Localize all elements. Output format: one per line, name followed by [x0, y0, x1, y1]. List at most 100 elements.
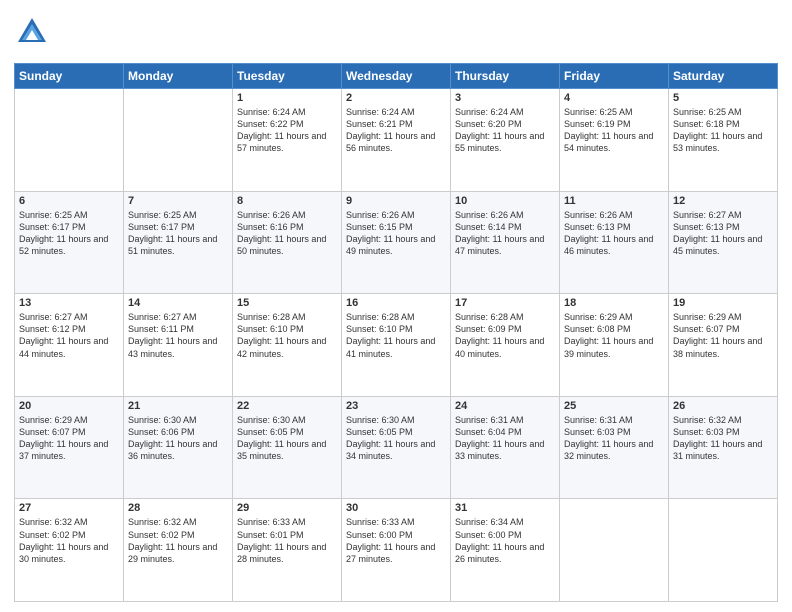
calendar-cell: 22 Sunrise: 6:30 AMSunset: 6:05 PMDayligh…: [233, 396, 342, 499]
weekday-header-wednesday: Wednesday: [342, 64, 451, 89]
calendar-cell: 4 Sunrise: 6:25 AMSunset: 6:19 PMDaylight…: [560, 89, 669, 192]
calendar-cell: [15, 89, 124, 192]
day-number: 15: [237, 297, 337, 309]
day-number: 26: [673, 400, 773, 412]
cell-info: Sunrise: 6:27 AMSunset: 6:11 PMDaylight:…: [128, 312, 217, 358]
calendar-cell: 11Sunrise: 6:26 AMSunset: 6:13 PMDayligh…: [560, 191, 669, 294]
cell-info: Sunrise: 6:30 AMSunset: 6:05 PMDaylight:…: [237, 415, 326, 461]
logo: [14, 14, 50, 55]
day-number: 9: [346, 195, 446, 207]
calendar-cell: [124, 89, 233, 192]
calendar-cell: 26 Sunrise: 6:32 AMSunset: 6:03 PMDayligh…: [669, 396, 778, 499]
calendar-cell: 20 Sunrise: 6:29 AMSunset: 6:07 PMDayligh…: [15, 396, 124, 499]
calendar-cell: 7 Sunrise: 6:25 AMSunset: 6:17 PMDaylight…: [124, 191, 233, 294]
weekday-header-tuesday: Tuesday: [233, 64, 342, 89]
cell-info: Sunrise: 6:29 AMSunset: 6:07 PMDaylight:…: [19, 415, 108, 461]
cell-info: Sunrise: 6:28 AMSunset: 6:10 PMDaylight:…: [346, 312, 435, 358]
cell-info: Sunrise: 6:31 AMSunset: 6:03 PMDaylight:…: [564, 415, 653, 461]
cell-info: Sunrise: 6:26 AMSunset: 6:14 PMDaylight:…: [455, 210, 544, 256]
cell-info: Sunrise: 6:33 AMSunset: 6:01 PMDaylight:…: [237, 517, 326, 563]
calendar-cell: 2 Sunrise: 6:24 AMSunset: 6:21 PMDaylight…: [342, 89, 451, 192]
day-number: 21: [128, 400, 228, 412]
weekday-header-thursday: Thursday: [451, 64, 560, 89]
cell-info: Sunrise: 6:32 AMSunset: 6:03 PMDaylight:…: [673, 415, 762, 461]
day-number: 28: [128, 502, 228, 514]
day-number: 2: [346, 92, 446, 104]
day-number: 22: [237, 400, 337, 412]
day-number: 7: [128, 195, 228, 207]
day-number: 29: [237, 502, 337, 514]
calendar-week-3: 13 Sunrise: 6:27 AMSunset: 6:12 PMDayligh…: [15, 294, 778, 397]
cell-info: Sunrise: 6:27 AMSunset: 6:12 PMDaylight:…: [19, 312, 108, 358]
day-number: 19: [673, 297, 773, 309]
weekday-header-friday: Friday: [560, 64, 669, 89]
logo-icon: [14, 14, 50, 55]
cell-info: Sunrise: 6:34 AMSunset: 6:00 PMDaylight:…: [455, 517, 544, 563]
calendar-week-4: 20 Sunrise: 6:29 AMSunset: 6:07 PMDayligh…: [15, 396, 778, 499]
cell-info: Sunrise: 6:30 AMSunset: 6:05 PMDaylight:…: [346, 415, 435, 461]
day-number: 13: [19, 297, 119, 309]
day-number: 18: [564, 297, 664, 309]
cell-info: Sunrise: 6:25 AMSunset: 6:17 PMDaylight:…: [19, 210, 108, 256]
calendar-cell: 29 Sunrise: 6:33 AMSunset: 6:01 PMDayligh…: [233, 499, 342, 602]
cell-info: Sunrise: 6:25 AMSunset: 6:19 PMDaylight:…: [564, 107, 653, 153]
day-number: 11: [564, 195, 664, 207]
calendar-cell: 1 Sunrise: 6:24 AMSunset: 6:22 PMDaylight…: [233, 89, 342, 192]
weekday-header-row: SundayMondayTuesdayWednesdayThursdayFrid…: [15, 64, 778, 89]
cell-info: Sunrise: 6:25 AMSunset: 6:17 PMDaylight:…: [128, 210, 217, 256]
calendar-cell: 8Sunrise: 6:26 AMSunset: 6:16 PMDaylight…: [233, 191, 342, 294]
weekday-header-sunday: Sunday: [15, 64, 124, 89]
calendar-cell: 25 Sunrise: 6:31 AMSunset: 6:03 PMDayligh…: [560, 396, 669, 499]
calendar-cell: 28Sunrise: 6:32 AMSunset: 6:02 PMDayligh…: [124, 499, 233, 602]
day-number: 30: [346, 502, 446, 514]
calendar-cell: 6Sunrise: 6:25 AMSunset: 6:17 PMDaylight…: [15, 191, 124, 294]
day-number: 4: [564, 92, 664, 104]
calendar-cell: 24Sunrise: 6:31 AMSunset: 6:04 PMDayligh…: [451, 396, 560, 499]
calendar-cell: 10 Sunrise: 6:26 AMSunset: 6:14 PMDayligh…: [451, 191, 560, 294]
calendar-cell: [669, 499, 778, 602]
cell-info: Sunrise: 6:28 AMSunset: 6:09 PMDaylight:…: [455, 312, 544, 358]
cell-info: Sunrise: 6:27 AMSunset: 6:13 PMDaylight:…: [673, 210, 762, 256]
calendar-week-2: 6Sunrise: 6:25 AMSunset: 6:17 PMDaylight…: [15, 191, 778, 294]
cell-info: Sunrise: 6:29 AMSunset: 6:07 PMDaylight:…: [673, 312, 762, 358]
calendar-cell: [560, 499, 669, 602]
day-number: 23: [346, 400, 446, 412]
cell-info: Sunrise: 6:25 AMSunset: 6:18 PMDaylight:…: [673, 107, 762, 153]
day-number: 25: [564, 400, 664, 412]
calendar-week-1: 1 Sunrise: 6:24 AMSunset: 6:22 PMDaylight…: [15, 89, 778, 192]
calendar-cell: 19 Sunrise: 6:29 AMSunset: 6:07 PMDayligh…: [669, 294, 778, 397]
day-number: 27: [19, 502, 119, 514]
day-number: 10: [455, 195, 555, 207]
day-number: 16: [346, 297, 446, 309]
calendar-cell: 9Sunrise: 6:26 AMSunset: 6:15 PMDaylight…: [342, 191, 451, 294]
cell-info: Sunrise: 6:31 AMSunset: 6:04 PMDaylight:…: [455, 415, 544, 461]
calendar-cell: 12 Sunrise: 6:27 AMSunset: 6:13 PMDayligh…: [669, 191, 778, 294]
header: [14, 10, 778, 55]
day-number: 14: [128, 297, 228, 309]
cell-info: Sunrise: 6:32 AMSunset: 6:02 PMDaylight:…: [19, 517, 108, 563]
cell-info: Sunrise: 6:24 AMSunset: 6:22 PMDaylight:…: [237, 107, 326, 153]
page: SundayMondayTuesdayWednesdayThursdayFrid…: [0, 0, 792, 612]
day-number: 12: [673, 195, 773, 207]
day-number: 5: [673, 92, 773, 104]
calendar-cell: 30 Sunrise: 6:33 AMSunset: 6:00 PMDayligh…: [342, 499, 451, 602]
day-number: 31: [455, 502, 555, 514]
weekday-header-monday: Monday: [124, 64, 233, 89]
calendar-cell: 3 Sunrise: 6:24 AMSunset: 6:20 PMDaylight…: [451, 89, 560, 192]
calendar-cell: 15 Sunrise: 6:28 AMSunset: 6:10 PMDayligh…: [233, 294, 342, 397]
cell-info: Sunrise: 6:33 AMSunset: 6:00 PMDaylight:…: [346, 517, 435, 563]
day-number: 3: [455, 92, 555, 104]
calendar-cell: 16 Sunrise: 6:28 AMSunset: 6:10 PMDayligh…: [342, 294, 451, 397]
cell-info: Sunrise: 6:24 AMSunset: 6:20 PMDaylight:…: [455, 107, 544, 153]
cell-info: Sunrise: 6:30 AMSunset: 6:06 PMDaylight:…: [128, 415, 217, 461]
calendar-cell: 14 Sunrise: 6:27 AMSunset: 6:11 PMDayligh…: [124, 294, 233, 397]
day-number: 20: [19, 400, 119, 412]
weekday-header-saturday: Saturday: [669, 64, 778, 89]
cell-info: Sunrise: 6:28 AMSunset: 6:10 PMDaylight:…: [237, 312, 326, 358]
day-number: 1: [237, 92, 337, 104]
calendar-cell: 27 Sunrise: 6:32 AMSunset: 6:02 PMDayligh…: [15, 499, 124, 602]
calendar-cell: 23 Sunrise: 6:30 AMSunset: 6:05 PMDayligh…: [342, 396, 451, 499]
calendar-cell: 13 Sunrise: 6:27 AMSunset: 6:12 PMDayligh…: [15, 294, 124, 397]
cell-info: Sunrise: 6:24 AMSunset: 6:21 PMDaylight:…: [346, 107, 435, 153]
calendar-cell: 18Sunrise: 6:29 AMSunset: 6:08 PMDayligh…: [560, 294, 669, 397]
